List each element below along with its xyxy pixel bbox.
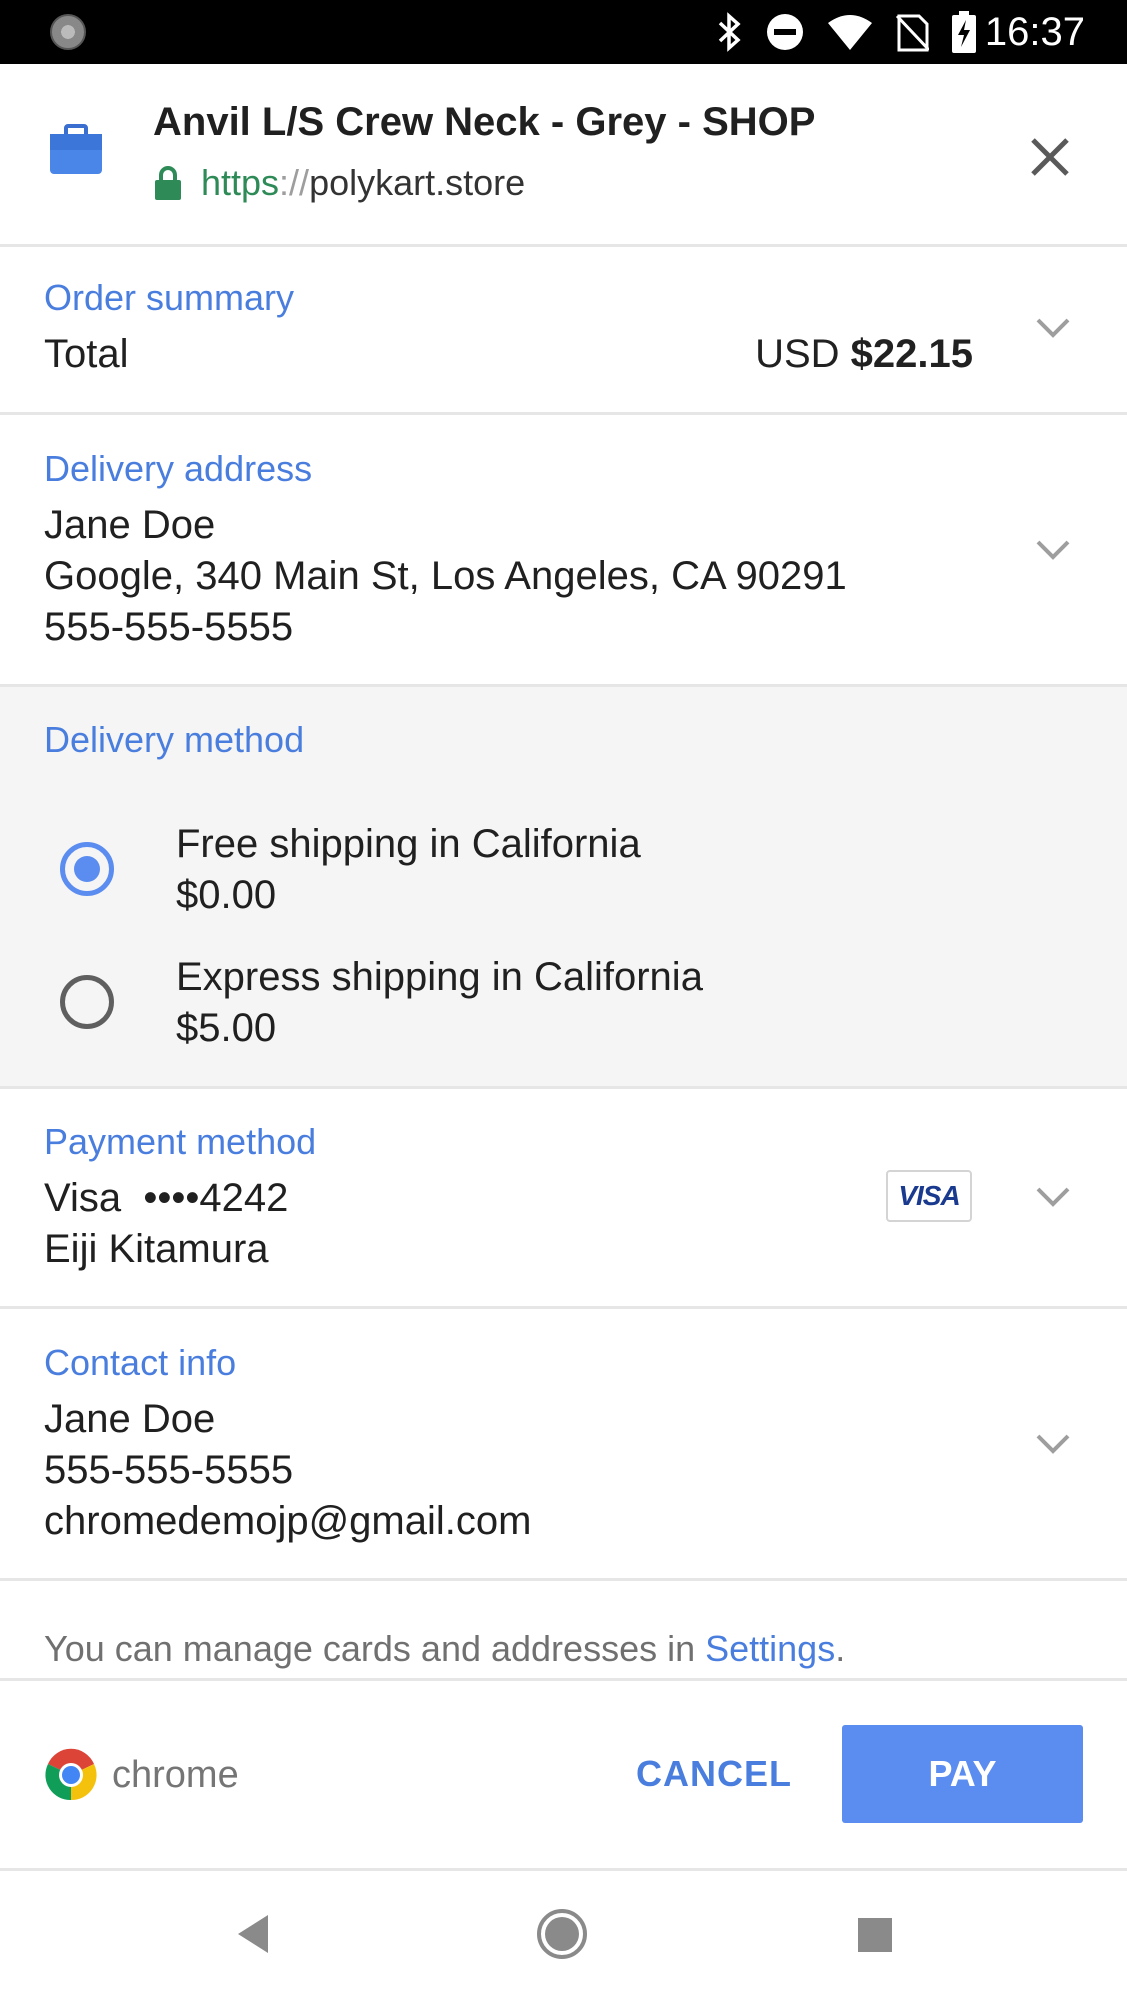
amount-value: $22.15 bbox=[850, 332, 973, 376]
divider bbox=[0, 1678, 1127, 1681]
chevron-down-icon[interactable] bbox=[1035, 317, 1071, 339]
shipping-option-free[interactable]: Free shipping in California $0.00 bbox=[0, 807, 1127, 927]
card-number: Visa ••••4242 bbox=[44, 1176, 289, 1220]
option-price: $5.00 bbox=[176, 1006, 277, 1050]
note-period: . bbox=[835, 1628, 846, 1669]
visa-card-icon: VISA bbox=[886, 1170, 972, 1222]
street-address: Google, 340 Main St, Los Angeles, CA 902… bbox=[44, 554, 847, 598]
lock-icon bbox=[155, 166, 181, 200]
total-label: Total bbox=[44, 332, 129, 376]
clock: 16:37 bbox=[984, 10, 1085, 54]
pay-button[interactable]: PAY bbox=[842, 1725, 1083, 1823]
wifi-icon bbox=[828, 15, 872, 50]
battery-charging-icon bbox=[952, 11, 976, 53]
no-sim-icon bbox=[895, 14, 929, 52]
contact-info-section[interactable]: Contact info Jane Doe 555-555-5555 chrom… bbox=[0, 1309, 1127, 1581]
chrome-logo-icon bbox=[45, 1748, 97, 1801]
option-name: Free shipping in California bbox=[176, 822, 641, 866]
home-icon[interactable] bbox=[535, 1907, 589, 1961]
card-holder: Eiji Kitamura bbox=[44, 1227, 269, 1271]
radio-selected[interactable] bbox=[60, 842, 114, 896]
section-label: Order summary bbox=[44, 277, 295, 318]
status-bar: 16:37 bbox=[0, 0, 1127, 64]
section-label: Delivery method bbox=[44, 719, 305, 760]
recent-apps-icon[interactable] bbox=[858, 1918, 892, 1952]
option-price: $0.00 bbox=[176, 873, 277, 917]
site-url: https://polykart.store bbox=[153, 162, 525, 204]
settings-link[interactable]: Settings bbox=[705, 1628, 835, 1669]
chevron-down-icon[interactable] bbox=[1035, 539, 1071, 561]
currency-code: USD bbox=[755, 332, 840, 376]
chevron-down-icon[interactable] bbox=[1035, 1433, 1071, 1455]
briefcase-icon bbox=[50, 124, 102, 174]
url-scheme: https bbox=[201, 162, 280, 203]
manage-settings-note: You can manage cards and addresses in Se… bbox=[44, 1628, 845, 1670]
chrome-branding: chrome bbox=[44, 1748, 239, 1802]
section-label: Delivery address bbox=[44, 448, 313, 489]
loading-icon bbox=[50, 14, 86, 50]
url-separator: :// bbox=[279, 162, 310, 203]
back-icon[interactable] bbox=[234, 1913, 270, 1955]
bluetooth-icon bbox=[718, 12, 741, 52]
phone-number: 555-555-5555 bbox=[44, 605, 294, 649]
payment-sheet-header: Anvil L/S Crew Neck - Grey - SHOP https:… bbox=[0, 64, 1127, 247]
close-icon[interactable] bbox=[1023, 130, 1077, 184]
delivery-method-section: Delivery method Free shipping in Califor… bbox=[0, 687, 1127, 1089]
url-host: polykart.store bbox=[309, 162, 526, 203]
chrome-wordmark: chrome bbox=[112, 1753, 239, 1796]
shipping-option-express[interactable]: Express shipping in California $5.00 bbox=[0, 940, 1127, 1060]
section-label: Contact info bbox=[44, 1342, 237, 1383]
status-icons bbox=[717, 10, 977, 54]
do-not-disturb-icon bbox=[767, 14, 803, 50]
radio-unselected[interactable] bbox=[60, 975, 114, 1029]
order-summary-section[interactable]: Order summary Total USD $22.15 bbox=[0, 247, 1127, 415]
delivery-address-section[interactable]: Delivery address Jane Doe Google, 340 Ma… bbox=[0, 415, 1127, 687]
total-amount: USD $22.15 bbox=[755, 329, 973, 380]
option-name: Express shipping in California bbox=[176, 955, 703, 999]
note-text: You can manage cards and addresses in bbox=[44, 1628, 706, 1669]
contact-name: Jane Doe bbox=[44, 1397, 216, 1441]
contact-phone: 555-555-5555 bbox=[44, 1448, 294, 1492]
recipient-name: Jane Doe bbox=[44, 503, 216, 547]
system-nav-bar bbox=[0, 1871, 1127, 1999]
cancel-button[interactable]: CANCEL bbox=[620, 1725, 808, 1823]
chevron-down-icon[interactable] bbox=[1035, 1186, 1071, 1208]
contact-email: chromedemojp@gmail.com bbox=[44, 1499, 532, 1543]
section-label: Payment method bbox=[44, 1121, 317, 1162]
page-title: Anvil L/S Crew Neck - Grey - SHOP bbox=[153, 100, 816, 144]
